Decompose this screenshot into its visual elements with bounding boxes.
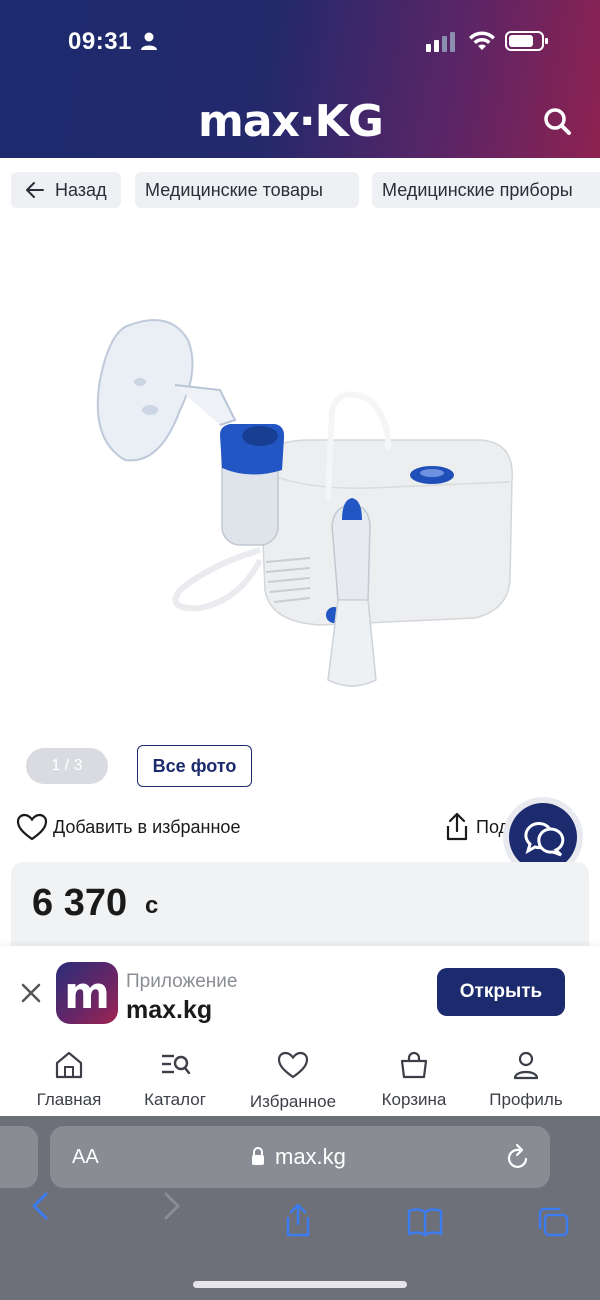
breadcrumb: Назад Медицинские товары Медицинские при… <box>0 172 600 210</box>
nav-item-favorites[interactable]: Избранное <box>240 1048 346 1112</box>
app-header: max·KG <box>0 82 600 158</box>
status-time: 09:31 <box>68 28 132 55</box>
home-icon <box>55 1051 83 1079</box>
url-text: max.kg <box>275 1144 346 1169</box>
home-indicator <box>193 1281 407 1288</box>
status-bar: 09:31 <box>0 0 600 82</box>
nav-label: Главная <box>36 1090 102 1109</box>
back-label: Назад <box>55 180 107 200</box>
reader-settings-button[interactable]: AA <box>72 1146 99 1169</box>
close-icon[interactable] <box>20 982 42 1004</box>
cellular-signal-icon <box>426 32 455 52</box>
heart-icon <box>16 813 48 841</box>
previous-tab[interactable] <box>0 1126 38 1188</box>
nav-item-profile[interactable]: Профиль <box>482 1048 570 1112</box>
price-currency: с <box>145 892 159 919</box>
back-arrow-icon[interactable] <box>28 1190 54 1222</box>
person-icon <box>141 32 157 50</box>
price-value: 6 370 <box>32 882 128 924</box>
breadcrumb-item[interactable]: Медицинские товары <box>135 172 359 208</box>
tabs-icon[interactable] <box>536 1206 570 1238</box>
basket-icon <box>400 1051 428 1079</box>
lock-icon <box>252 1147 264 1165</box>
catalog-icon <box>162 1054 191 1075</box>
nav-label: Избранное <box>249 1092 337 1111</box>
back-button[interactable]: Назад <box>11 172 121 208</box>
app-logo-icon: m <box>64 968 110 1019</box>
heart-icon <box>277 1051 309 1079</box>
nav-label: Корзина <box>381 1090 447 1109</box>
nav-item-catalog[interactable]: Каталог <box>132 1048 218 1112</box>
product-image[interactable] <box>70 300 530 700</box>
address-bar[interactable]: AA max.kg <box>50 1126 550 1188</box>
price-card: 6 370 с <box>11 862 589 952</box>
nav-label: Профиль <box>489 1090 563 1109</box>
forward-arrow-icon[interactable] <box>158 1190 184 1222</box>
battery-icon <box>505 31 548 51</box>
search-icon[interactable] <box>538 102 578 142</box>
banner-title: Приложение <box>126 971 238 992</box>
bottom-nav: Главная Каталог Избранное Корзина Профил… <box>0 1040 600 1116</box>
profile-icon <box>513 1051 539 1080</box>
arrow-left-icon <box>26 182 44 198</box>
chat-icon <box>524 822 565 857</box>
open-app-button[interactable]: Открыть <box>437 968 565 1016</box>
bookmarks-icon[interactable] <box>406 1206 444 1238</box>
reload-icon[interactable] <box>505 1143 531 1171</box>
app-icon: m <box>56 962 118 1024</box>
app-install-banner: m Приложение max.kg Открыть <box>0 946 600 1040</box>
breadcrumb-item[interactable]: Медицинские приборы <box>372 172 600 208</box>
site-logo[interactable]: max·KG <box>198 96 384 147</box>
photo-counter: 1 / 3 <box>26 748 108 784</box>
nav-item-cart[interactable]: Корзина <box>372 1048 456 1112</box>
all-photos-button[interactable]: Все фото <box>137 745 252 787</box>
app-icon-letter: m <box>64 968 110 1019</box>
wifi-icon <box>469 31 495 50</box>
nav-label: Каталог <box>144 1090 206 1109</box>
favorite-label: Добавить в избранное <box>53 817 241 837</box>
chat-button-inner <box>509 803 577 871</box>
share-icon[interactable] <box>283 1202 313 1238</box>
share-icon[interactable] <box>444 812 470 842</box>
nav-item-home[interactable]: Главная <box>26 1048 112 1112</box>
banner-app-name: max.kg <box>126 996 213 1024</box>
